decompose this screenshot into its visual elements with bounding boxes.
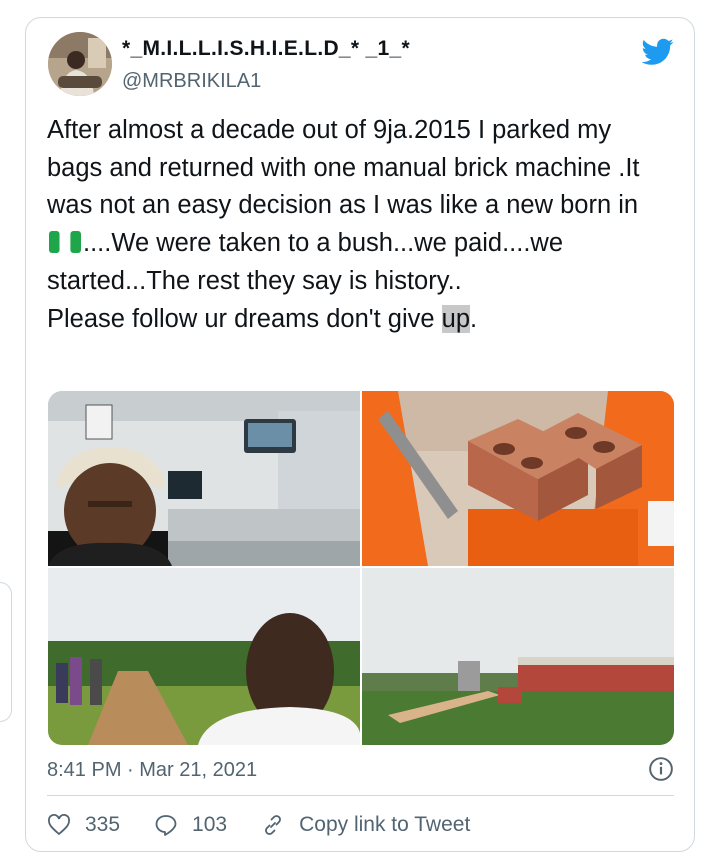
building-site-photo[interactable] bbox=[362, 568, 674, 745]
heart-icon bbox=[48, 814, 70, 836]
tweet-text: After almost a decade out of 9ja.2015 I … bbox=[47, 112, 667, 338]
tweet-text-part: Please follow ur dreams don't give bbox=[47, 304, 442, 333]
airport-selfie-photo[interactable] bbox=[48, 391, 360, 566]
side-panel-edge bbox=[0, 582, 12, 722]
tweet-paragraph: After almost a decade out of 9ja.2015 I … bbox=[47, 112, 667, 301]
highlighted-word: up bbox=[441, 304, 471, 333]
info-icon[interactable] bbox=[648, 756, 674, 782]
tweet-text-part: ....We were taken to a bush...we paid...… bbox=[47, 229, 564, 295]
tweet-timestamp[interactable]: 8:41 PM · Mar 21, 2021 bbox=[47, 759, 257, 782]
reply-count: 103 bbox=[192, 813, 228, 836]
tweet-actions: 335 103 Copy link to Tweet bbox=[47, 808, 504, 842]
copy-link-button[interactable]: Copy link to Tweet bbox=[261, 813, 470, 837]
like-count: 335 bbox=[85, 813, 121, 836]
twitter-bird-icon[interactable] bbox=[642, 38, 674, 66]
display-name[interactable]: *_M.I.L.L.I.S.H.I.E.L.D_* _1_* bbox=[122, 37, 410, 61]
brick-machine-photo[interactable] bbox=[362, 391, 674, 566]
tweet-paragraph: Please follow ur dreams don't give up. bbox=[47, 301, 667, 339]
bush-selfie-photo[interactable] bbox=[48, 568, 361, 745]
divider bbox=[47, 795, 674, 796]
avatar[interactable] bbox=[48, 32, 112, 96]
tweet-text-part: . bbox=[470, 304, 478, 333]
reply-bubble-icon bbox=[155, 815, 177, 836]
media-grid bbox=[48, 391, 674, 745]
tweet-text-part: After almost a decade out of 9ja.2015 I … bbox=[47, 116, 640, 220]
tweet-card[interactable]: *_M.I.L.L.I.S.H.I.E.L.D_* _1_* @MRBRIKIL… bbox=[25, 17, 695, 852]
copy-link-label: Copy link to Tweet bbox=[299, 813, 471, 836]
nigeria-flag-icon bbox=[49, 231, 81, 254]
reply-button[interactable]: 103 bbox=[154, 813, 227, 837]
link-icon bbox=[265, 815, 282, 835]
user-handle[interactable]: @MRBRIKILA1 bbox=[122, 70, 261, 93]
like-button[interactable]: 335 bbox=[47, 813, 120, 837]
